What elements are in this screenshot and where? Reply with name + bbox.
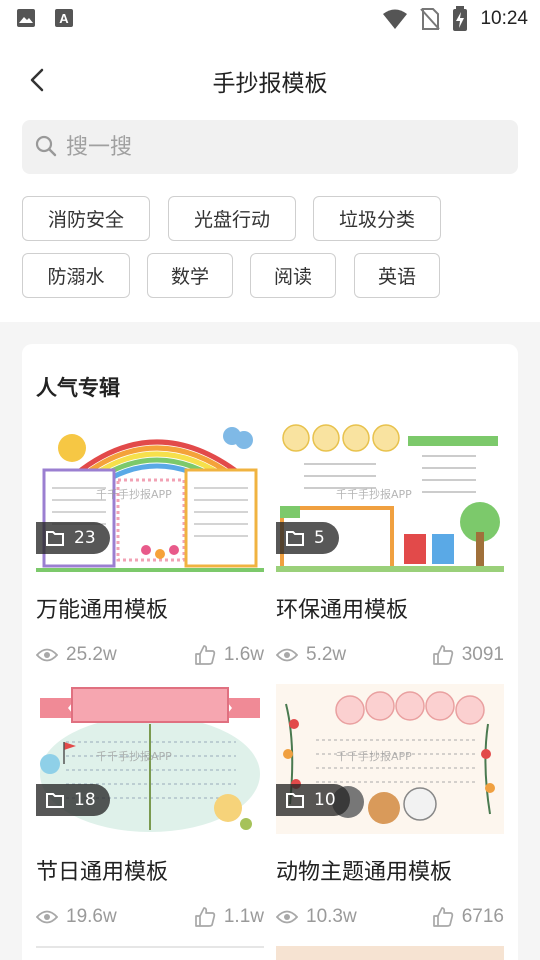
album-stats: 10.3w 6716	[276, 906, 504, 932]
watermark: 千千手抄报APP	[336, 750, 412, 763]
thumbs-up-icon	[432, 907, 453, 927]
status-bar: A 10:24	[0, 0, 540, 36]
search-bar[interactable]	[22, 120, 518, 174]
view-count: 10.3w	[306, 906, 357, 927]
album-count: 5	[314, 528, 325, 548]
eye-icon	[36, 910, 58, 924]
tag-garbage-sorting[interactable]: 垃圾分类	[313, 196, 441, 241]
image-icon	[17, 9, 35, 27]
popular-albums-card: 人气专辑 千千手抄报APP 23 万能通用模板 25.2w 1.6w 千千手抄报…	[22, 344, 518, 960]
folder-icon	[286, 793, 304, 808]
album-item-partial[interactable]	[276, 946, 504, 960]
thumbs-up-icon	[432, 645, 453, 665]
album-title: 环保通用模板	[276, 598, 409, 623]
like-button[interactable]: 1.6w	[194, 644, 264, 666]
like-count: 1.1w	[223, 906, 264, 927]
album-stats: 19.6w 1.1w	[36, 906, 264, 932]
tag-english[interactable]: 英语	[354, 253, 440, 298]
tag-clean-plate[interactable]: 光盘行动	[168, 196, 296, 241]
thumbs-up-icon	[195, 645, 216, 665]
like-button[interactable]: 3091	[432, 644, 504, 666]
like-count: 1.6w	[223, 644, 264, 665]
album-count: 10	[314, 790, 336, 810]
eye-icon	[276, 910, 298, 924]
album-thumbnail: 千千手抄报APP 23	[36, 422, 264, 572]
no-sim-icon	[420, 8, 441, 30]
app-header: 手抄报模板	[0, 46, 540, 114]
like-count: 6716	[461, 906, 504, 927]
eye-icon	[276, 648, 298, 662]
tag-drowning-prevention[interactable]: 防溺水	[22, 253, 130, 298]
battery-charging-icon	[453, 6, 468, 31]
count-badge: 5	[276, 522, 339, 554]
album-title: 万能通用模板	[36, 598, 169, 623]
folder-icon	[46, 793, 64, 808]
count-badge: 10	[276, 784, 350, 816]
view-count: 5.2w	[306, 644, 347, 665]
search-input[interactable]	[66, 120, 496, 174]
count-badge: 18	[36, 784, 110, 816]
album-count: 23	[74, 528, 96, 548]
wifi-icon	[383, 9, 408, 29]
tag-math[interactable]: 数学	[147, 253, 233, 298]
count-badge: 23	[36, 522, 110, 554]
album-item-partial[interactable]	[36, 946, 264, 960]
album-thumbnail: 千千手抄报APP 10	[276, 684, 504, 834]
like-count: 3091	[461, 644, 504, 665]
search-icon	[35, 135, 57, 157]
tag-fire-safety[interactable]: 消防安全	[22, 196, 150, 241]
album-stats: 25.2w 1.6w	[36, 644, 264, 670]
folder-icon	[46, 531, 64, 546]
text-a-icon: A	[55, 9, 73, 27]
thumbs-up-icon	[195, 907, 216, 927]
album-thumbnail: 千千手抄报APP 18	[36, 684, 264, 834]
album-stats: 5.2w 3091	[276, 644, 504, 670]
album-title: 动物主题通用模板	[276, 860, 453, 885]
like-button[interactable]: 6716	[432, 906, 504, 928]
watermark: 千千手抄报APP	[336, 488, 412, 501]
page-title: 手抄报模板	[212, 71, 328, 97]
section-title: 人气专辑	[36, 376, 120, 400]
tag-reading[interactable]: 阅读	[250, 253, 336, 298]
view-count: 19.6w	[66, 906, 117, 927]
album-title: 节日通用模板	[36, 860, 169, 885]
view-count: 25.2w	[66, 644, 117, 665]
status-time: 10:24	[480, 8, 528, 29]
like-button[interactable]: 1.1w	[194, 906, 264, 928]
album-count: 18	[74, 790, 96, 810]
album-thumbnail: 千千手抄报APP 5	[276, 422, 504, 572]
svg-text:A: A	[59, 11, 69, 26]
watermark: 千千手抄报APP	[96, 750, 172, 763]
eye-icon	[36, 648, 58, 662]
folder-icon	[286, 531, 304, 546]
watermark: 千千手抄报APP	[96, 488, 172, 501]
